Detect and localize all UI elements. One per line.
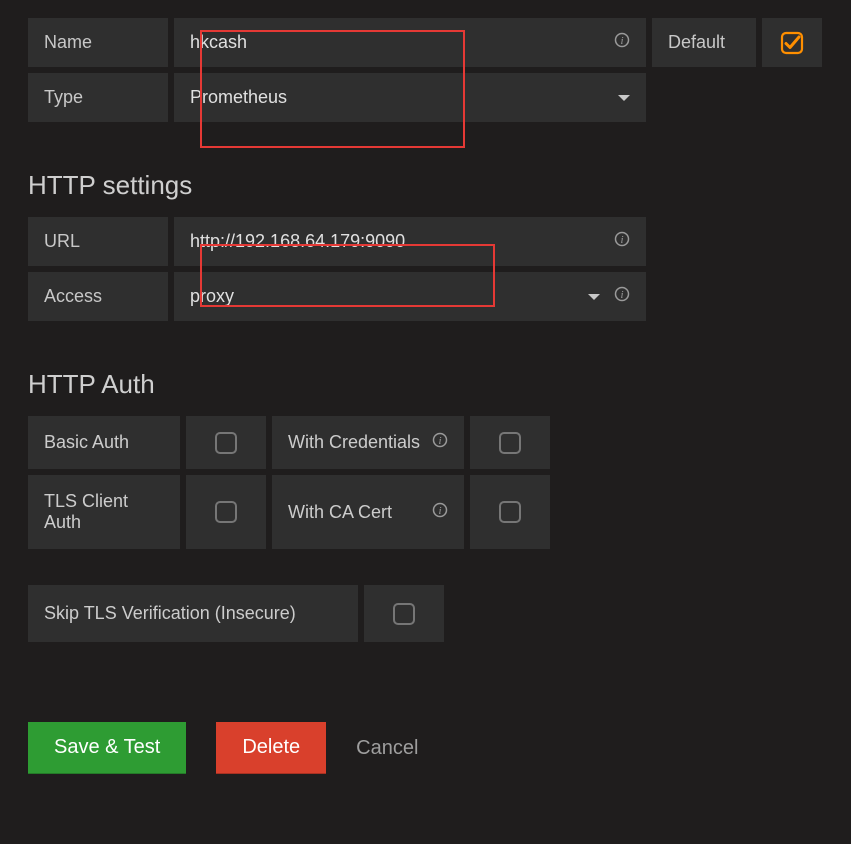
with-credentials-label: With Credentials i [272,416,464,469]
with-ca-cert-text: With CA Cert [288,502,392,523]
svg-text:i: i [620,35,623,47]
skip-tls-label: Skip TLS Verification (Insecure) [28,585,358,642]
type-value: Prometheus [190,87,287,108]
checkbox-empty-icon [393,603,415,625]
checkbox-empty-icon [215,501,237,523]
access-select[interactable]: proxy i [174,272,646,321]
info-icon[interactable]: i [614,286,630,307]
url-value: http://192.168.64.179:9090 [190,231,405,252]
http-auth-heading: HTTP Auth [28,369,823,400]
chevron-down-icon [588,294,600,300]
name-value: hkcash [190,32,247,53]
delete-button[interactable]: Delete [216,722,326,774]
name-label: Name [28,18,168,67]
info-icon[interactable]: i [614,32,630,53]
with-credentials-text: With Credentials [288,432,420,453]
checkbox-empty-icon [215,432,237,454]
checkbox-empty-icon [499,501,521,523]
with-credentials-checkbox[interactable] [470,416,550,469]
cancel-button[interactable]: Cancel [356,737,418,760]
check-icon [780,31,804,55]
url-input[interactable]: http://192.168.64.179:9090 i [174,217,646,266]
url-label: URL [28,217,168,266]
access-label: Access [28,272,168,321]
with-ca-cert-checkbox[interactable] [470,475,550,549]
with-ca-cert-label: With CA Cert i [272,475,464,549]
save-test-button[interactable]: Save & Test [28,722,186,774]
skip-tls-checkbox[interactable] [364,585,444,642]
info-icon[interactable]: i [432,432,448,453]
svg-text:i: i [438,505,441,517]
tls-client-auth-label: TLS Client Auth [28,475,180,549]
tls-client-auth-checkbox[interactable] [186,475,266,549]
basic-auth-label: Basic Auth [28,416,180,469]
http-settings-heading: HTTP settings [28,170,823,201]
name-input[interactable]: hkcash i [174,18,646,67]
access-value: proxy [190,286,234,307]
info-icon[interactable]: i [432,502,448,523]
svg-text:i: i [438,435,441,447]
info-icon[interactable]: i [614,231,630,252]
type-select[interactable]: Prometheus [174,73,646,122]
checkbox-empty-icon [499,432,521,454]
default-label: Default [652,18,756,67]
svg-text:i: i [620,289,623,301]
default-checkbox[interactable] [762,18,822,67]
svg-text:i: i [620,234,623,246]
chevron-down-icon [618,95,630,101]
basic-auth-checkbox[interactable] [186,416,266,469]
type-label: Type [28,73,168,122]
